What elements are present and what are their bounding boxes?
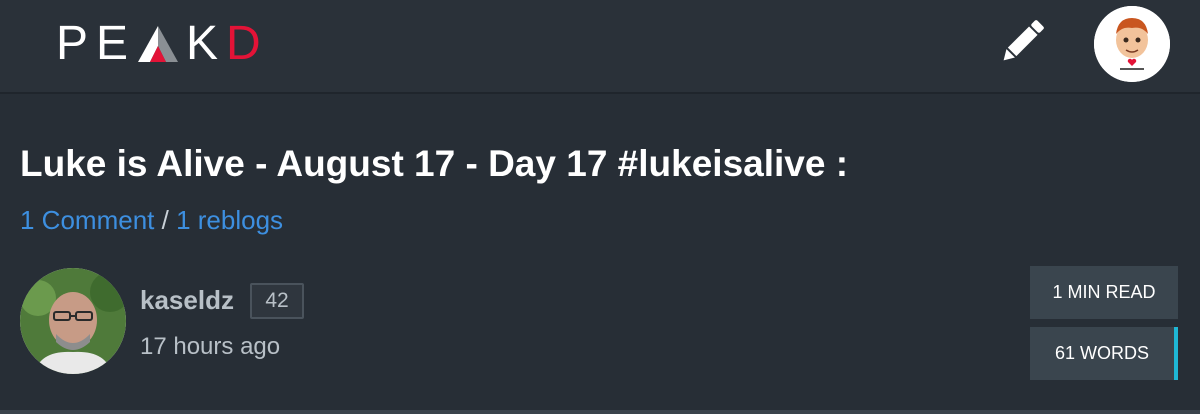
top-navigation-bar: PE K D xyxy=(0,0,1200,94)
post-title[interactable]: Luke is Alive - August 17 - Day 17 #luke… xyxy=(20,138,848,190)
cartoon-boy-avatar-image xyxy=(1094,6,1170,82)
peakd-logo[interactable]: PE K D xyxy=(56,18,269,70)
reblogs-link[interactable]: 1 reblogs xyxy=(176,205,283,235)
stats-separator: / xyxy=(161,205,169,235)
logo-a-icon xyxy=(138,26,179,62)
author-avatar[interactable] xyxy=(20,268,126,374)
word-count-badge: 61 WORDS xyxy=(1030,327,1178,380)
post-stats: 1 Comment / 1 reblogs xyxy=(20,203,283,237)
pencil-icon[interactable] xyxy=(994,14,1050,70)
reputation-badge: 42 xyxy=(250,283,304,319)
user-avatar[interactable] xyxy=(1094,6,1170,82)
logo-text-k: K xyxy=(186,17,227,70)
comments-link[interactable]: 1 Comment xyxy=(20,205,154,235)
author-photo-image xyxy=(20,268,126,374)
logo-text-pe: PE xyxy=(56,17,137,70)
post-timestamp[interactable]: 17 hours ago xyxy=(140,332,280,362)
author-name[interactable]: kaseldz xyxy=(140,284,234,316)
read-time-badge: 1 MIN READ xyxy=(1030,266,1178,319)
section-divider xyxy=(0,410,1200,414)
logo-text-d: D xyxy=(226,17,269,70)
